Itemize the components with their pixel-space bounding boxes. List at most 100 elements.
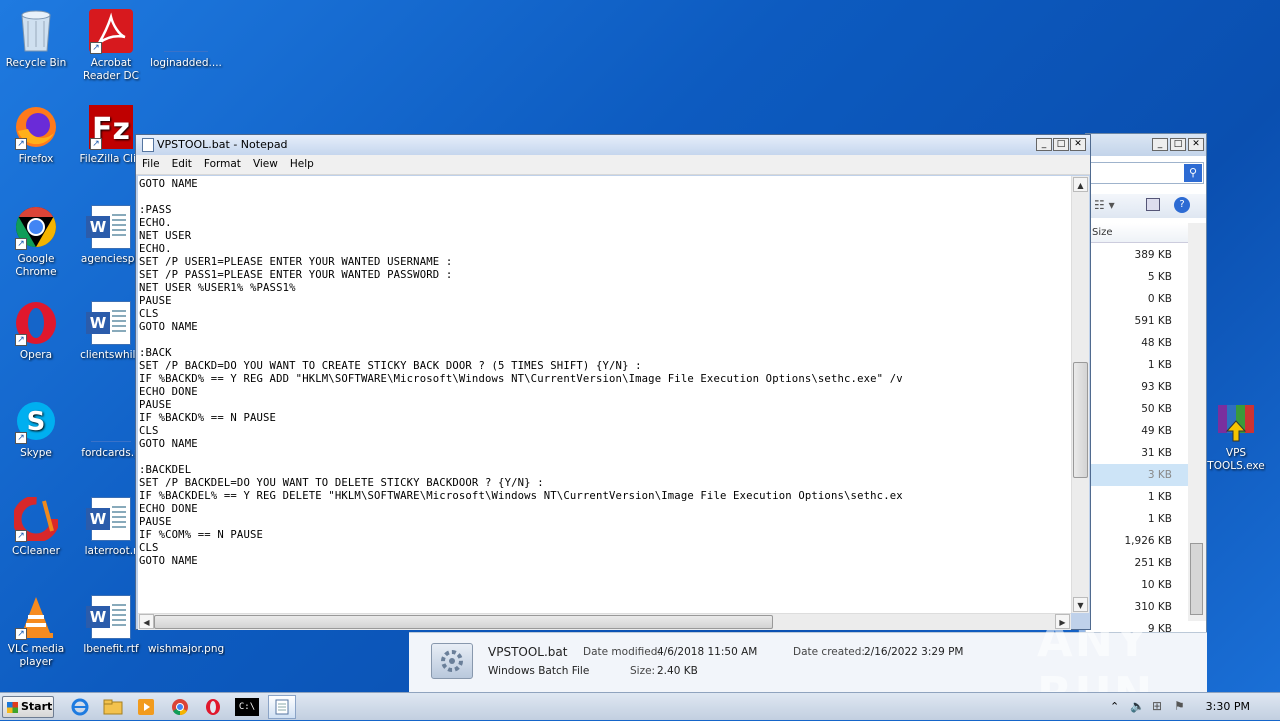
menu-bar: File Edit Format View Help [136,155,1090,175]
file-size-cell[interactable]: 251 KB [1090,552,1188,574]
word-doc-icon [86,300,134,346]
explorer-window[interactable]: _ □ ✕ ⚲ ☷ ▾ ? Size 389 KB 5 KB 0 KB 591 KB 4… [1085,133,1207,692]
notepad-icon[interactable] [268,695,296,719]
maximize-button[interactable]: □ [1053,138,1069,151]
menu-help[interactable]: Help [284,155,320,170]
desktop-icon-acrobat[interactable]: ↗ Acrobat Reader DC [72,8,150,83]
file-size-cell[interactable]: 50 KB [1090,398,1188,420]
file-size-cell[interactable]: 10 KB [1090,574,1188,596]
shortcut-arrow-icon: ↗ [15,138,27,150]
close-button[interactable]: ✕ [1188,138,1204,151]
desktop-icon-opera[interactable]: ↗ Opera [0,300,75,362]
media-player-icon[interactable] [134,696,158,718]
menu-file[interactable]: File [136,155,166,170]
maximize-button[interactable]: □ [1170,138,1186,151]
file-name: VPSTOOL.bat [488,645,568,659]
desktop-icon-skype[interactable]: S ↗ Skype [0,398,75,460]
size-column: 389 KB 5 KB 0 KB 591 KB 48 KB 1 KB 93 KB 50 KB 4… [1090,244,1188,640]
size-label: Size: [630,665,656,677]
cmd-icon[interactable]: C:\ [235,698,259,716]
file-size-cell[interactable]: 48 KB [1090,332,1188,354]
minimize-button[interactable]: _ [1036,138,1052,151]
file-size-cell[interactable]: 389 KB [1090,244,1188,266]
scroll-thumb[interactable] [1073,362,1088,478]
search-icon[interactable]: ⚲ [1184,164,1202,182]
file-type: Windows Batch File [488,665,590,677]
horizontal-scrollbar[interactable]: ◀ ▶ [138,613,1071,630]
scroll-thumb[interactable] [154,615,773,629]
desktop-icon-chrome[interactable]: ↗ Google Chrome [0,204,75,279]
desktop-icon-recycle-bin[interactable]: Recycle Bin [0,8,75,70]
system-tray: ⌃ 🔈 ⊞ ⚑ 3:30 PM [1100,693,1280,721]
size-column-header[interactable]: Size [1090,223,1188,243]
desktop-icon-firefox[interactable]: ↗ Firefox [0,104,75,166]
file-size-cell[interactable]: 1 KB [1090,486,1188,508]
explorer-search-box[interactable]: ⚲ [1090,162,1204,184]
show-hidden-icons-icon[interactable]: ⌃ [1110,700,1119,713]
shortcut-arrow-icon: ↗ [90,138,102,150]
file-size-cell[interactable]: 1 KB [1090,354,1188,376]
vertical-scrollbar[interactable]: ▲ ▼ [1071,176,1089,613]
close-button[interactable]: ✕ [1070,138,1086,151]
desktop-icon-ccleaner[interactable]: ↗ CCleaner [0,496,75,558]
notepad-window[interactable]: VPSTOOL.bat - Notepad _ □ ✕ File Edit Form… [135,134,1091,630]
desktop-icon-label: Firefox [18,153,54,165]
explorer-titlebar[interactable]: _ □ ✕ [1086,134,1206,156]
file-size-cell[interactable]: 93 KB [1090,376,1188,398]
network-icon[interactable]: ⊞ [1152,699,1162,713]
desktop: Recycle Bin ↗ Firefox ↗ Google Chrome ↗ … [0,0,1280,692]
file-icon [163,8,209,54]
menu-format[interactable]: Format [198,155,247,170]
action-center-flag-icon[interactable]: ⚑ [1174,699,1185,713]
scroll-left-icon[interactable]: ◀ [139,614,154,629]
chrome-icon[interactable] [168,696,192,718]
file-size-cell[interactable]: 0 KB [1090,288,1188,310]
menu-edit[interactable]: Edit [166,155,198,170]
scroll-right-icon[interactable]: ▶ [1055,614,1070,629]
file-size-cell[interactable]: 5 KB [1090,266,1188,288]
scroll-thumb[interactable] [1190,543,1203,615]
window-title: VPSTOOL.bat - Notepad [157,138,288,151]
shortcut-arrow-icon: ↗ [15,334,27,346]
modified-label: Date modified: [583,646,661,658]
explorer-vscroll[interactable] [1188,223,1206,621]
text-editor[interactable]: GOTO NAME :PASS ECHO. NET USER ECHO. SET… [138,176,1072,613]
file-size-cell[interactable]: 1 KB [1090,508,1188,530]
file-size-cell[interactable]: 31 KB [1090,442,1188,464]
preview-pane-icon[interactable] [1146,198,1160,211]
desktop-icon-label: lbenefit.rtf [83,643,139,655]
file-size-cell[interactable]: 3 KB [1090,464,1188,486]
word-doc-icon [86,496,134,542]
desktop-icon-vps-tools[interactable]: VPS TOOLS.exe [1197,398,1275,473]
minimize-button[interactable]: _ [1152,138,1168,151]
notepad-titlebar[interactable]: VPSTOOL.bat - Notepad _ □ ✕ [136,135,1090,155]
word-doc-icon [86,204,134,250]
skype-icon: S ↗ [13,398,59,444]
opera-icon[interactable] [201,696,225,718]
menu-view[interactable]: View [247,155,284,170]
file-size-cell[interactable]: 49 KB [1090,420,1188,442]
word-doc-icon [86,594,134,640]
shortcut-arrow-icon: ↗ [90,42,102,54]
volume-icon[interactable]: 🔈 [1130,699,1145,713]
chrome-icon: ↗ [13,204,59,250]
help-icon[interactable]: ? [1174,197,1190,213]
modified-value: 4/6/2018 11:50 AM [657,646,758,658]
ie-icon[interactable] [68,696,92,718]
scroll-down-icon[interactable]: ▼ [1073,597,1088,612]
view-options-icon[interactable]: ☷ ▾ [1094,198,1115,212]
desktop-icon-vlc[interactable]: ↗ VLC media player [0,594,75,669]
file-size-cell[interactable]: 1,926 KB [1090,530,1188,552]
editor-text[interactable]: GOTO NAME :PASS ECHO. NET USER ECHO. SET… [138,176,1072,568]
recycle-bin-icon [13,8,59,54]
start-button[interactable]: Start [2,696,54,718]
desktop-icon-label: wishmajor.png [147,643,225,655]
explorer-icon[interactable] [101,696,125,718]
desktop-icon-loginadded[interactable]: loginadded.... [147,8,225,70]
created-value: 2/16/2022 3:29 PM [864,646,964,658]
scroll-up-icon[interactable]: ▲ [1073,177,1088,192]
taskbar: Start C:\ ⌃ 🔈 ⊞ ⚑ 3:30 PM [0,692,1280,720]
clock[interactable]: 3:30 PM [1206,700,1250,713]
file-size-cell[interactable]: 591 KB [1090,310,1188,332]
shortcut-arrow-icon: ↗ [15,628,27,640]
